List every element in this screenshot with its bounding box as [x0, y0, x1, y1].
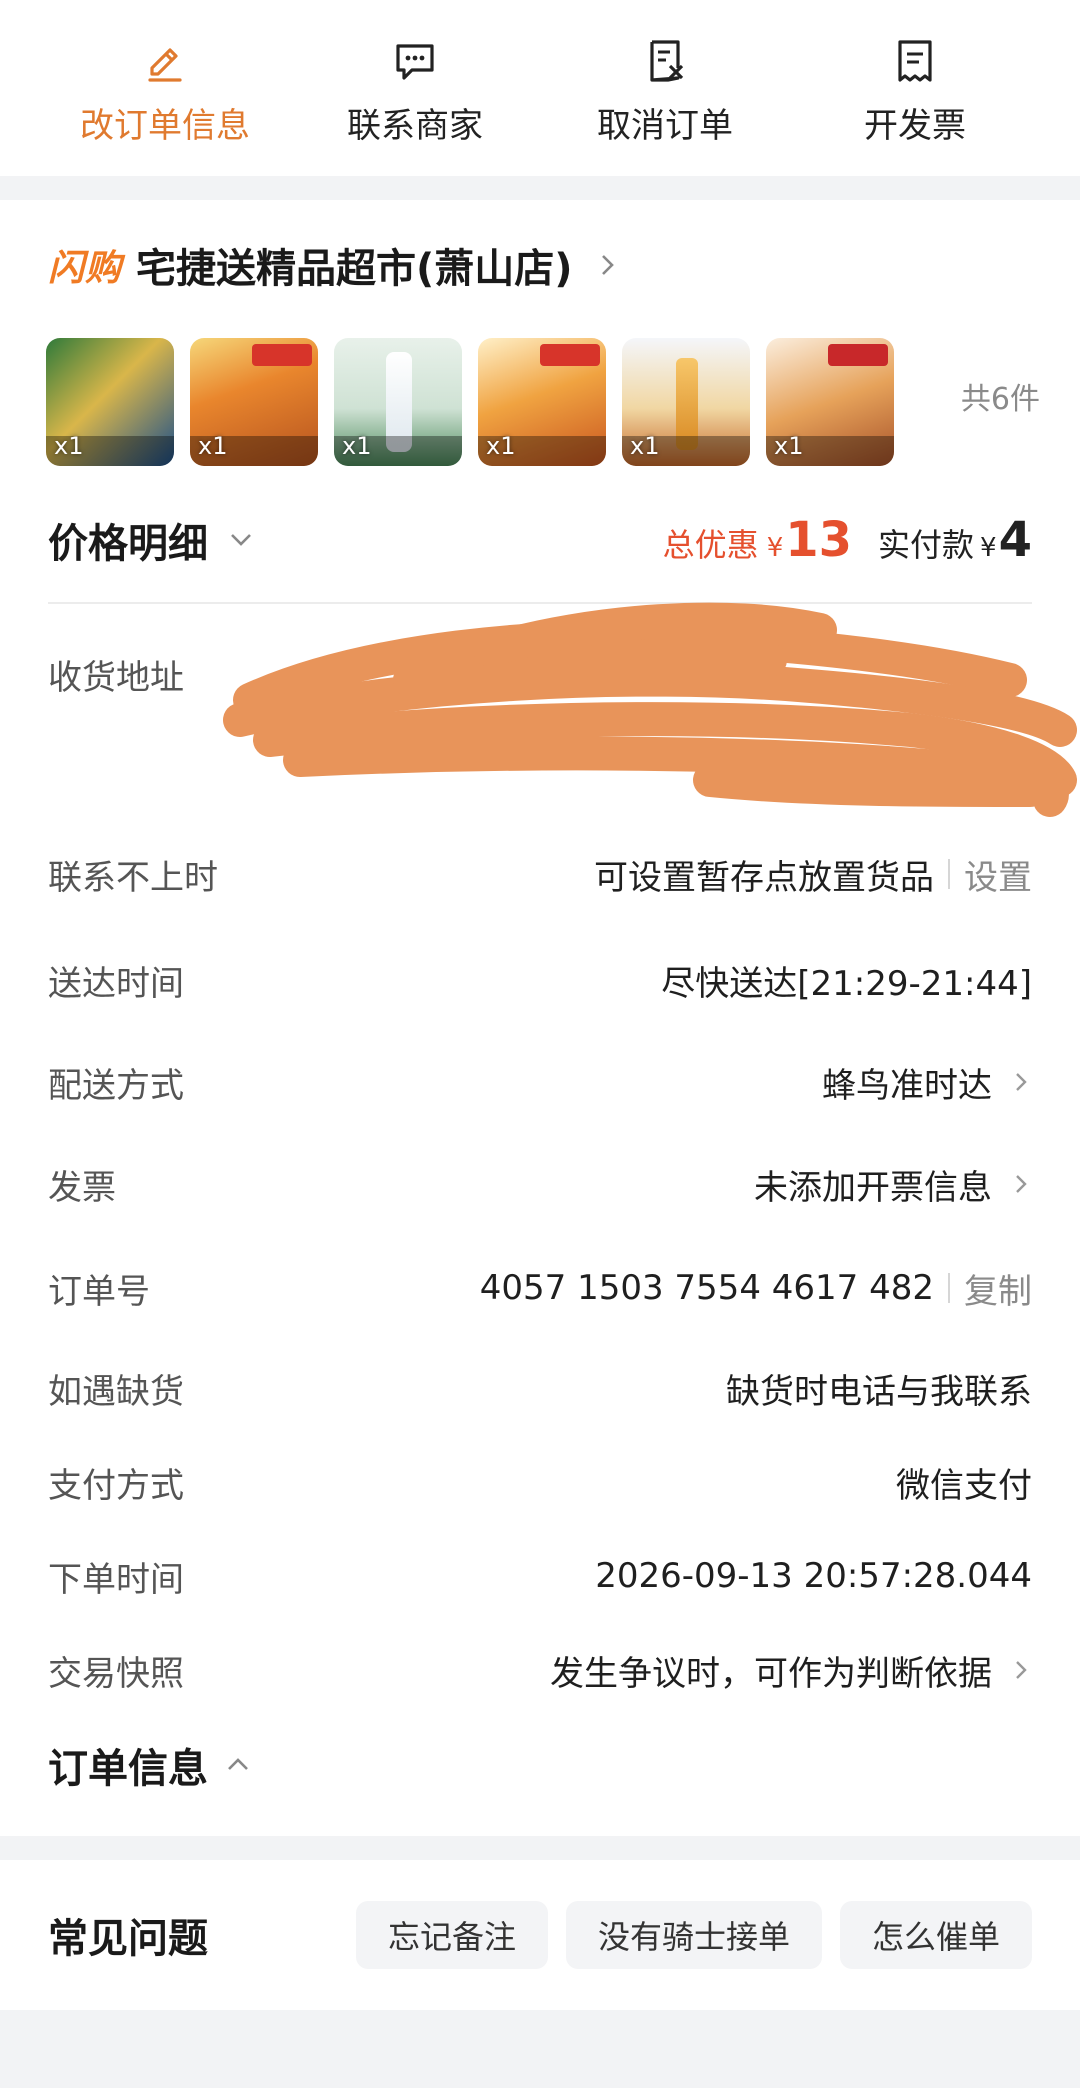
- faq-chip-forgot-note[interactable]: 忘记备注: [355, 1901, 548, 1969]
- edit-order-label: 改订单信息: [80, 106, 250, 146]
- settings-link[interactable]: 设置: [964, 850, 1032, 899]
- flash-buy-tag: 闪购: [48, 248, 123, 289]
- copy-button[interactable]: 复制: [964, 1264, 1032, 1313]
- store-name: 宅捷送精品超市(萧山店): [136, 246, 573, 292]
- delivery-method-row[interactable]: 配送方式 蜂鸟准时达: [48, 1052, 1032, 1112]
- store-link[interactable]: 闪购 宅捷送精品超市(萧山店): [48, 236, 619, 294]
- out-of-stock-row: 如遇缺货 缺货时电话与我联系: [48, 1358, 1032, 1418]
- contact-fallback-text: 可设置暂存点放置货品: [594, 857, 934, 898]
- price-details-row[interactable]: 价格明细 总优惠 ¥ 13 实付款 ¥ 4: [48, 500, 1032, 580]
- product-quantity: x1: [198, 432, 228, 460]
- cancel-order-icon: [650, 40, 684, 82]
- order-info-toggle[interactable]: 订单信息: [48, 1736, 252, 1794]
- contact-fallback-row: 联系不上时 可设置暂存点放置货品 设置: [48, 844, 1032, 904]
- edit-icon: [148, 48, 182, 82]
- delivery-method-text: 蜂鸟准时达: [822, 1065, 992, 1106]
- product-quantity: x1: [486, 432, 516, 460]
- item-count[interactable]: 共6件: [961, 374, 1040, 418]
- transaction-snapshot-text: 发生争议时，可作为判断依据: [550, 1653, 992, 1694]
- product-quantity: x1: [342, 432, 372, 460]
- cancel-order-button[interactable]: 取消订单: [565, 38, 765, 147]
- separator: [948, 859, 950, 889]
- cancel-order-label: 取消订单: [597, 106, 733, 146]
- contact-fallback-key: 联系不上时: [48, 857, 218, 898]
- product-thumbnail[interactable]: x1: [334, 338, 462, 466]
- delivery-method-value: 蜂鸟准时达: [822, 1058, 1032, 1107]
- discount-amount: 13: [785, 512, 853, 568]
- out-of-stock-key: 如遇缺货: [48, 1371, 184, 1412]
- address-label: 收货地址: [48, 658, 184, 698]
- chevron-right-icon: [1016, 1175, 1027, 1193]
- issue-invoice-button[interactable]: 开发票: [815, 38, 1015, 147]
- product-thumbnail[interactable]: x1: [622, 338, 750, 466]
- product-thumbnail[interactable]: x1: [46, 338, 174, 466]
- order-number-row: 订单号 4057 1503 7554 4617 482 复制: [48, 1258, 1032, 1318]
- product-quantity: x1: [774, 432, 804, 460]
- payment-method-row: 支付方式 微信支付: [48, 1452, 1032, 1512]
- contact-merchant-button[interactable]: 联系商家: [315, 38, 515, 147]
- product-thumbnail[interactable]: x1: [478, 338, 606, 466]
- transaction-snapshot-row[interactable]: 交易快照 发生争议时，可作为判断依据: [48, 1640, 1032, 1700]
- separator: [948, 1273, 950, 1303]
- order-time-row: 下单时间 2026-09-13 20:57:28.044: [48, 1546, 1032, 1606]
- product-quantity: x1: [54, 432, 84, 460]
- delivery-time-key: 送达时间: [48, 963, 184, 1004]
- faq-chips: 忘记备注 没有骑士接单 怎么催单: [338, 1901, 1032, 1969]
- discount-label: 总优惠: [662, 526, 759, 564]
- currency-symbol: ¥: [766, 533, 784, 563]
- out-of-stock-value: 缺货时电话与我联系: [726, 1371, 1032, 1412]
- order-time-key: 下单时间: [48, 1559, 184, 1600]
- chevron-right-icon: [1016, 1073, 1027, 1091]
- currency-symbol: ¥: [980, 533, 997, 563]
- order-number-text: 4057 1503 7554 4617 482: [479, 1268, 934, 1308]
- faq-section: 常见问题 忘记备注 没有骑士接单 怎么催单: [0, 1860, 1080, 2010]
- order-number-key: 订单号: [48, 1271, 150, 1312]
- delivery-time-row: 送达时间 尽快送达[21:29-21:44]: [48, 950, 1032, 1010]
- redaction-scribble: [223, 602, 1077, 817]
- payment-method-key: 支付方式: [48, 1465, 184, 1506]
- chat-icon: [396, 44, 434, 80]
- faq-chip-no-rider[interactable]: 没有骑士接单: [565, 1901, 822, 1969]
- chevron-up-icon: [228, 1758, 248, 1770]
- product-thumbnails[interactable]: x1 x1 x1 x1 x1 x1: [46, 338, 910, 466]
- paid-label: 实付款: [878, 526, 975, 564]
- chevron-down-icon: [231, 534, 251, 546]
- order-detail-page: 改订单信息 联系商家 取消订单 开发票 闪购 宅捷送精品超市(萧山店) x1 x…: [0, 0, 1080, 2088]
- contact-merchant-label: 联系商家: [347, 106, 483, 146]
- contact-fallback-value: 可设置暂存点放置货品 设置: [594, 850, 1032, 899]
- delivery-method-key: 配送方式: [48, 1065, 184, 1106]
- order-info-title: 订单信息: [48, 1746, 208, 1792]
- product-thumbnail[interactable]: x1: [190, 338, 318, 466]
- order-number-value: 4057 1503 7554 4617 482 复制: [480, 1264, 1032, 1313]
- price-summary: 总优惠 ¥ 13 实付款 ¥ 4: [663, 512, 1032, 568]
- invoice-icon: [898, 40, 932, 82]
- invoice-row[interactable]: 发票 未添加开票信息: [48, 1154, 1032, 1214]
- paid-amount: 4: [998, 512, 1032, 568]
- invoice-key: 发票: [48, 1167, 116, 1208]
- chevron-right-icon: [1016, 1661, 1027, 1679]
- price-details-title: 价格明细: [48, 521, 208, 567]
- transaction-snapshot-value: 发生争议时，可作为判断依据: [550, 1646, 1032, 1695]
- chevron-right-icon: [601, 255, 614, 275]
- faq-title: 常见问题: [48, 1916, 208, 1962]
- faq-chip-urge-order[interactable]: 怎么催单: [839, 1901, 1032, 1969]
- payment-method-value: 微信支付: [896, 1465, 1032, 1506]
- edit-order-button[interactable]: 改订单信息: [65, 38, 265, 147]
- product-quantity: x1: [630, 432, 660, 460]
- order-actions-bar: 改订单信息 联系商家 取消订单 开发票: [0, 0, 1080, 176]
- transaction-snapshot-key: 交易快照: [48, 1653, 184, 1694]
- product-thumbnail[interactable]: x1: [766, 338, 894, 466]
- invoice-value: 未添加开票信息: [754, 1160, 1032, 1209]
- invoice-text: 未添加开票信息: [754, 1167, 992, 1208]
- order-card: 闪购 宅捷送精品超市(萧山店) x1 x1 x1 x1 x1 x1 共6件 价格…: [0, 200, 1080, 1836]
- order-time-value: 2026-09-13 20:57:28.044: [595, 1556, 1032, 1596]
- issue-invoice-label: 开发票: [864, 106, 966, 146]
- delivery-time-value: 尽快送达[21:29-21:44]: [661, 963, 1032, 1004]
